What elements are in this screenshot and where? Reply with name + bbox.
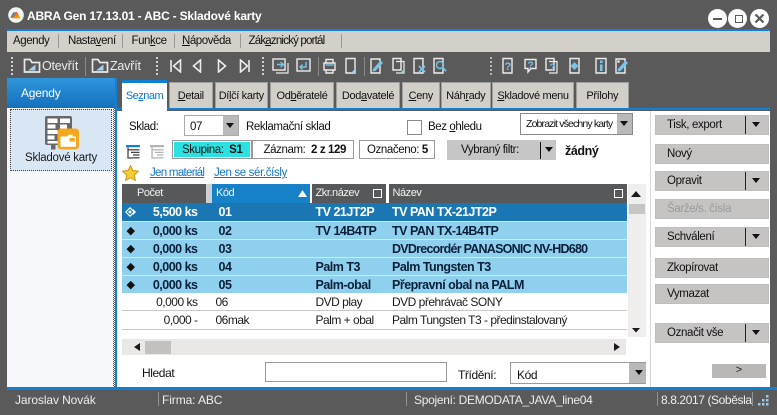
svg-text:?: ? [505, 61, 512, 73]
svg-text:?: ? [550, 63, 556, 74]
svg-text:?: ? [528, 61, 534, 72]
